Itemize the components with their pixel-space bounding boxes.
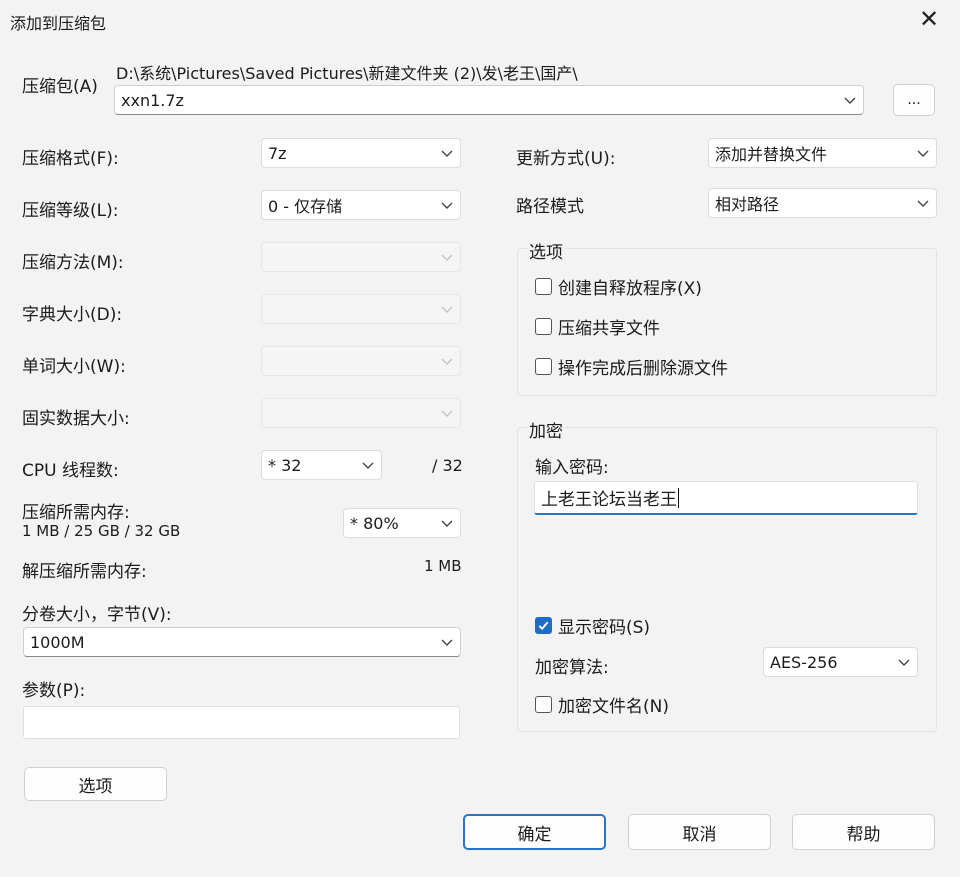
volume-label: 分卷大小，字节(V): [22, 605, 172, 625]
chevron-down-icon [434, 250, 460, 264]
update-value: 添加并替换文件 [715, 145, 828, 164]
chevron-down-icon [910, 146, 936, 160]
word-select [261, 346, 461, 376]
chevron-down-icon [434, 406, 460, 420]
password-label: 输入密码: [535, 458, 609, 478]
archive-label: 压缩包(A) [22, 77, 98, 97]
update-label: 更新方式(U): [516, 149, 616, 169]
encryption-method-select[interactable]: AES-256 [763, 647, 918, 677]
archive-path: D:\系统\Pictures\Saved Pictures\新建文件夹 (2)\… [116, 64, 578, 83]
cancel-button[interactable]: 取消 [628, 814, 771, 850]
sfx-checkbox[interactable]: 创建自释放程序(X) [535, 274, 702, 299]
sfx-label: 创建自释放程序(X) [558, 279, 702, 299]
format-label: 压缩格式(F): [22, 149, 119, 169]
cpu-value: * 32 [268, 455, 302, 475]
chevron-down-icon[interactable] [434, 635, 460, 649]
mem-decompress-label: 解压缩所需内存: [22, 562, 147, 582]
encryption-method-value: AES-256 [770, 652, 838, 672]
chevron-down-icon [434, 516, 460, 530]
level-select[interactable]: 0 - 仅存储 [261, 190, 461, 220]
level-value: 0 - 仅存储 [268, 197, 343, 216]
update-select[interactable]: 添加并替换文件 [708, 138, 937, 168]
cpu-label: CPU 线程数: [22, 461, 119, 481]
options-button[interactable]: 选项 [24, 767, 167, 801]
volume-value[interactable]: 1000M [30, 633, 434, 652]
chevron-down-icon [434, 198, 460, 212]
checkbox-icon[interactable] [535, 318, 552, 335]
word-label: 单词大小(W): [22, 357, 126, 377]
archive-filename-combo[interactable]: xxn1.7z [114, 85, 864, 115]
chevron-down-icon [355, 458, 381, 472]
encrypt-names-checkbox[interactable]: 加密文件名(N) [535, 692, 669, 717]
checkbox-icon[interactable] [535, 278, 552, 295]
delete-source-checkbox[interactable]: 操作完成后删除源文件 [535, 354, 728, 379]
level-label: 压缩等级(L): [22, 201, 119, 221]
chevron-down-icon[interactable] [837, 93, 863, 107]
mem-compress-label: 压缩所需内存: [22, 503, 130, 523]
params-input[interactable] [23, 706, 460, 739]
pathmode-label: 路径模式 [516, 197, 584, 217]
password-value: 上老王论坛当老王 [541, 490, 677, 510]
show-password-checkbox[interactable]: 显示密码(S) [535, 613, 650, 638]
checkbox-icon[interactable] [535, 358, 552, 375]
options-group-title: 选项 [527, 238, 565, 263]
format-value: 7z [268, 143, 287, 163]
method-select [261, 242, 461, 272]
dict-select [261, 294, 461, 324]
archive-filename[interactable]: xxn1.7z [121, 91, 837, 110]
ok-button[interactable]: 确定 [463, 814, 606, 850]
mem-compress-detail: 1 MB / 25 GB / 32 GB [22, 522, 181, 540]
help-button[interactable]: 帮助 [792, 814, 935, 850]
show-password-label: 显示密码(S) [558, 618, 651, 638]
close-button[interactable]: ✕ [912, 4, 946, 34]
cpu-max: / 32 [432, 456, 463, 475]
chevron-down-icon [910, 196, 936, 210]
text-caret [678, 487, 679, 508]
format-select[interactable]: 7z [261, 138, 461, 168]
mem-compress-value: * 80% [350, 513, 399, 533]
password-input[interactable]: 上老王论坛当老王 [534, 481, 918, 515]
shared-files-checkbox[interactable]: 压缩共享文件 [535, 314, 660, 339]
chevron-down-icon [891, 655, 917, 669]
encrypt-names-label: 加密文件名(N) [558, 697, 669, 717]
close-icon: ✕ [918, 5, 940, 33]
cpu-select[interactable]: * 32 [261, 450, 382, 480]
solid-label: 固实数据大小: [22, 409, 130, 429]
pathmode-value: 相对路径 [715, 195, 780, 214]
chevron-down-icon [434, 354, 460, 368]
chevron-down-icon [434, 302, 460, 316]
mem-compress-select[interactable]: * 80% [343, 508, 461, 538]
checkbox-icon[interactable] [535, 696, 552, 713]
method-label: 压缩方法(M): [22, 253, 124, 273]
solid-select [261, 398, 461, 428]
encryption-method-label: 加密算法: [535, 658, 609, 678]
encryption-group-title: 加密 [527, 417, 565, 442]
params-label: 参数(P): [22, 681, 86, 701]
volume-combo[interactable]: 1000M [23, 627, 461, 657]
checkbox-checked-icon[interactable] [535, 617, 552, 634]
browse-button[interactable]: ... [893, 84, 935, 116]
delete-source-label: 操作完成后删除源文件 [558, 359, 728, 379]
window-title: 添加到压缩包 [10, 14, 107, 33]
mem-decompress-value: 1 MB [424, 557, 462, 575]
shared-files-label: 压缩共享文件 [558, 319, 660, 339]
dict-label: 字典大小(D): [22, 305, 123, 325]
pathmode-select[interactable]: 相对路径 [708, 188, 937, 218]
chevron-down-icon [434, 146, 460, 160]
